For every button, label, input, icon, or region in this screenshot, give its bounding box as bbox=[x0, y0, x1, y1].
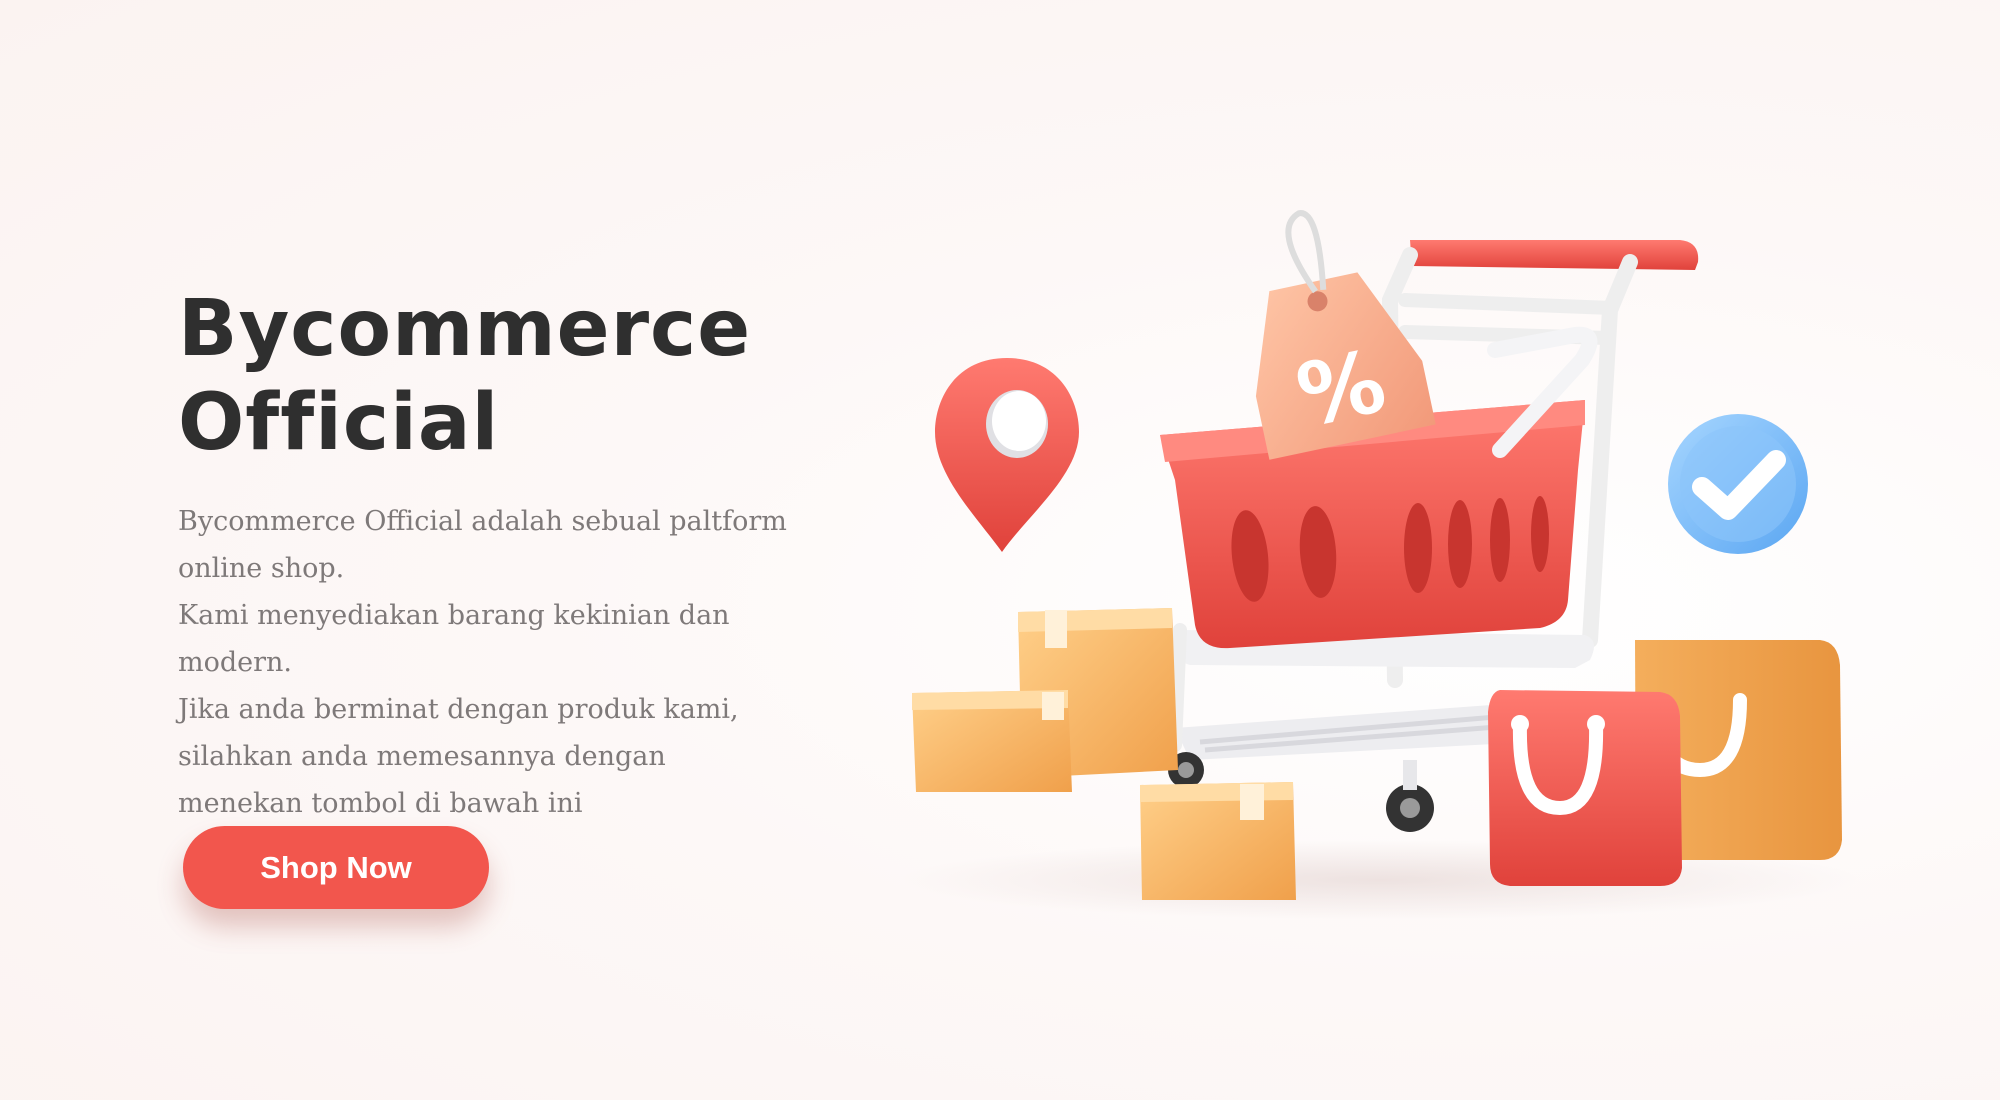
shopping-illustration: % bbox=[900, 210, 1860, 920]
title-line-1: Bycommerce bbox=[178, 284, 752, 374]
hero-description: Bycommerce Official adalah sebual paltfo… bbox=[178, 498, 798, 827]
description-line: Kami menyediakan barang kekinian dan bbox=[178, 600, 730, 631]
hero-text-block: Bycommerce Official Bycommerce Official … bbox=[178, 282, 798, 827]
shopping-bag-icon bbox=[1488, 640, 1842, 886]
hero-section: Bycommerce Official Bycommerce Official … bbox=[0, 0, 2000, 1100]
description-line: menekan tombol di bawah ini bbox=[178, 788, 583, 819]
page-title: Bycommerce Official bbox=[178, 282, 798, 470]
shop-now-button[interactable]: Shop Now bbox=[183, 826, 489, 909]
description-line: silahkan anda memesannya dengan bbox=[178, 741, 666, 772]
location-pin-icon bbox=[935, 358, 1079, 552]
description-line: online shop. bbox=[178, 553, 345, 584]
description-line: Bycommerce Official adalah sebual paltfo… bbox=[178, 506, 787, 537]
description-line: Jika anda berminat dengan produk kami, bbox=[178, 694, 739, 725]
title-line-2: Official bbox=[178, 378, 500, 468]
check-badge-icon bbox=[1668, 414, 1808, 554]
description-line: modern. bbox=[178, 647, 292, 678]
